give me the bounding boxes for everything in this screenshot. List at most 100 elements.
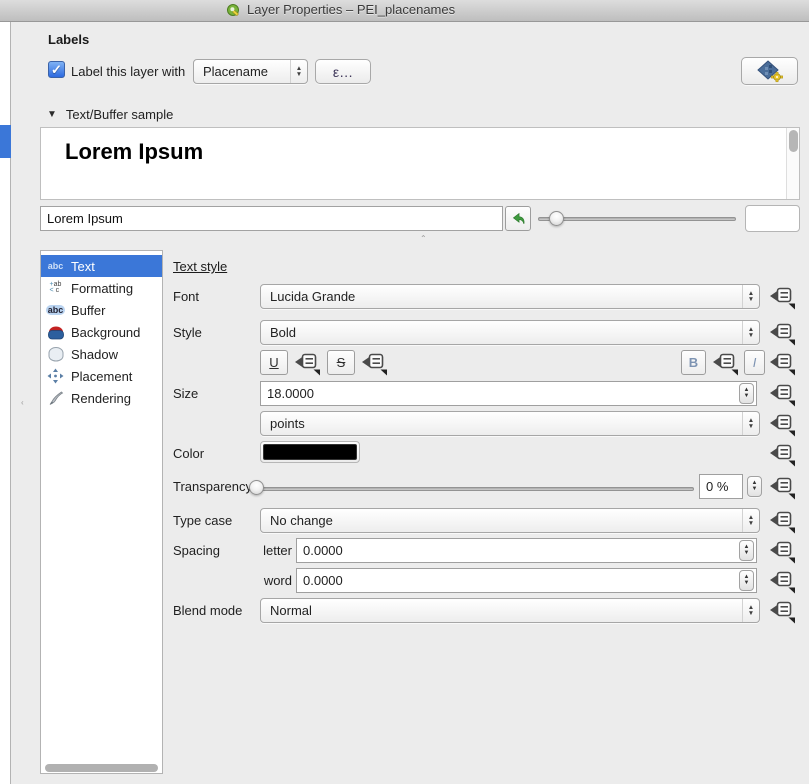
data-defined-override-bold-button[interactable] [710, 349, 740, 376]
type-case-value: No change [270, 513, 333, 528]
sample-preview-text: Lorem Ipsum [65, 139, 203, 165]
label-layer-checkbox-label: Label this layer with [71, 64, 185, 79]
title-bar: Layer Properties – PEI_placenames [0, 0, 809, 22]
select-stepper-icon: ▲▼ [742, 509, 759, 532]
select-stepper-icon: ▲▼ [742, 321, 759, 344]
override-icon [769, 538, 796, 564]
sample-scrollbar[interactable] [786, 128, 799, 199]
strikeout-button[interactable]: S [327, 350, 355, 375]
type-case-select[interactable]: No change ▲▼ [260, 508, 760, 533]
buffer-icon: abc [45, 302, 66, 318]
sidebar-item-rendering[interactable]: Rendering [41, 387, 162, 409]
sample-scale-box[interactable] [745, 205, 800, 232]
underline-button-label: U [269, 355, 278, 370]
spinner-arrows-icon[interactable]: ▲▼ [739, 383, 754, 404]
select-stepper-icon: ▲▼ [290, 60, 307, 83]
sidebar-item-label: Rendering [71, 391, 131, 406]
sample-text-input[interactable] [40, 206, 503, 231]
type-case-label: Type case [173, 513, 232, 528]
override-icon [712, 350, 739, 376]
size-label: Size [173, 386, 198, 401]
shadow-icon [45, 346, 66, 362]
data-defined-override-size-unit-button[interactable] [767, 410, 797, 437]
qgis-logo-icon [226, 2, 241, 17]
font-size-sample-slider-thumb[interactable] [549, 211, 564, 226]
bold-button-label: B [689, 355, 698, 370]
data-defined-override-style-button[interactable] [767, 319, 797, 346]
select-stepper-icon: ▲▼ [742, 412, 759, 435]
sample-collapse-header[interactable]: ▼ Text/Buffer sample [47, 107, 173, 122]
automated-placement-settings-button[interactable] [741, 57, 798, 85]
data-defined-override-size-button[interactable] [767, 380, 797, 407]
size-unit-select[interactable]: points ▲▼ [260, 411, 760, 436]
data-defined-override-word-spacing-button[interactable] [767, 567, 797, 594]
bold-button[interactable]: B [681, 350, 706, 375]
transparency-slider-thumb[interactable] [249, 480, 264, 495]
size-value: 18.0000 [267, 386, 314, 401]
sidebar-item-label: Buffer [71, 303, 105, 318]
data-defined-override-italic-button[interactable] [767, 349, 797, 376]
spacing-word-label: word [214, 573, 292, 588]
style-select[interactable]: Bold ▲▼ [260, 320, 760, 345]
splitter-handle-top[interactable]: ⌃ [420, 234, 427, 243]
transparency-spinner[interactable]: ▲▼ [747, 476, 762, 497]
active-tab-indicator [0, 125, 11, 158]
data-defined-override-color-button[interactable] [767, 440, 797, 467]
transparency-label: Transparency [173, 479, 252, 494]
transparency-slider[interactable] [254, 487, 694, 491]
spacing-letter-spinbox[interactable]: 0.0000 ▲▼ [296, 538, 757, 563]
style-value: Bold [270, 325, 296, 340]
select-stepper-icon: ▲▼ [742, 285, 759, 308]
expression-button-label: ε… [333, 64, 353, 80]
spinner-arrows-icon[interactable]: ▲▼ [739, 570, 754, 591]
formatting-icon: +ab< c [45, 280, 66, 296]
font-select[interactable]: Lucida Grande ▲▼ [260, 284, 760, 309]
override-icon [769, 441, 796, 467]
override-icon [769, 284, 796, 310]
sidebar-item-label: Formatting [71, 281, 133, 296]
spacing-word-spinbox[interactable]: 0.0000 ▲▼ [296, 568, 757, 593]
reset-sample-button[interactable] [505, 206, 531, 231]
text-sample-preview: Lorem Ipsum [40, 127, 800, 200]
font-color-swatch [263, 444, 357, 460]
sidebar-item-background[interactable]: Background [41, 321, 162, 343]
blend-mode-select[interactable]: Normal ▲▼ [260, 598, 760, 623]
font-color-button[interactable] [260, 441, 360, 463]
sidebar-item-text[interactable]: abc Text [41, 255, 162, 277]
data-defined-override-blend-mode-button[interactable] [767, 597, 797, 624]
override-icon [769, 568, 796, 594]
sidebar-item-placement[interactable]: Placement [41, 365, 162, 387]
label-field-select[interactable]: Placename ▲▼ [193, 59, 308, 84]
splitter-handle-left[interactable]: ‹ [21, 398, 24, 407]
blend-mode-label: Blend mode [173, 603, 242, 618]
italic-button[interactable]: I [744, 350, 765, 375]
spinner-arrows-icon[interactable]: ▲▼ [739, 540, 754, 561]
sample-scrollbar-thumb[interactable] [789, 130, 798, 152]
data-defined-override-underline-button[interactable] [292, 349, 322, 376]
sidebar-hscrollbar-thumb[interactable] [45, 764, 158, 772]
transparency-spinbox[interactable]: 0 % [699, 474, 743, 499]
sidebar-item-formatting[interactable]: +ab< c Formatting [41, 277, 162, 299]
select-stepper-icon: ▲▼ [742, 599, 759, 622]
font-size-sample-slider[interactable] [538, 217, 736, 221]
sidebar-item-buffer[interactable]: abc Buffer [41, 299, 162, 321]
data-defined-override-type-case-button[interactable] [767, 507, 797, 534]
label-layer-checkbox[interactable]: ✓ [48, 61, 65, 78]
label-field-value: Placename [203, 64, 268, 79]
data-defined-override-font-button[interactable] [767, 283, 797, 310]
override-icon [769, 350, 796, 376]
data-defined-override-strikeout-button[interactable] [359, 349, 389, 376]
spacing-letter-label: letter [214, 543, 292, 558]
sidebar-item-label: Placement [71, 369, 132, 384]
sidebar-item-shadow[interactable]: Shadow [41, 343, 162, 365]
underline-button[interactable]: U [260, 350, 288, 375]
override-icon [769, 320, 796, 346]
spacing-word-value: 0.0000 [303, 573, 343, 588]
override-icon [361, 350, 388, 376]
expression-button[interactable]: ε… [315, 59, 371, 84]
data-defined-override-letter-spacing-button[interactable] [767, 537, 797, 564]
italic-button-label: I [753, 355, 757, 370]
size-spinbox[interactable]: 18.0000 ▲▼ [260, 381, 757, 406]
data-defined-override-transparency-button[interactable] [767, 473, 797, 500]
transparency-value: 0 % [706, 479, 728, 494]
